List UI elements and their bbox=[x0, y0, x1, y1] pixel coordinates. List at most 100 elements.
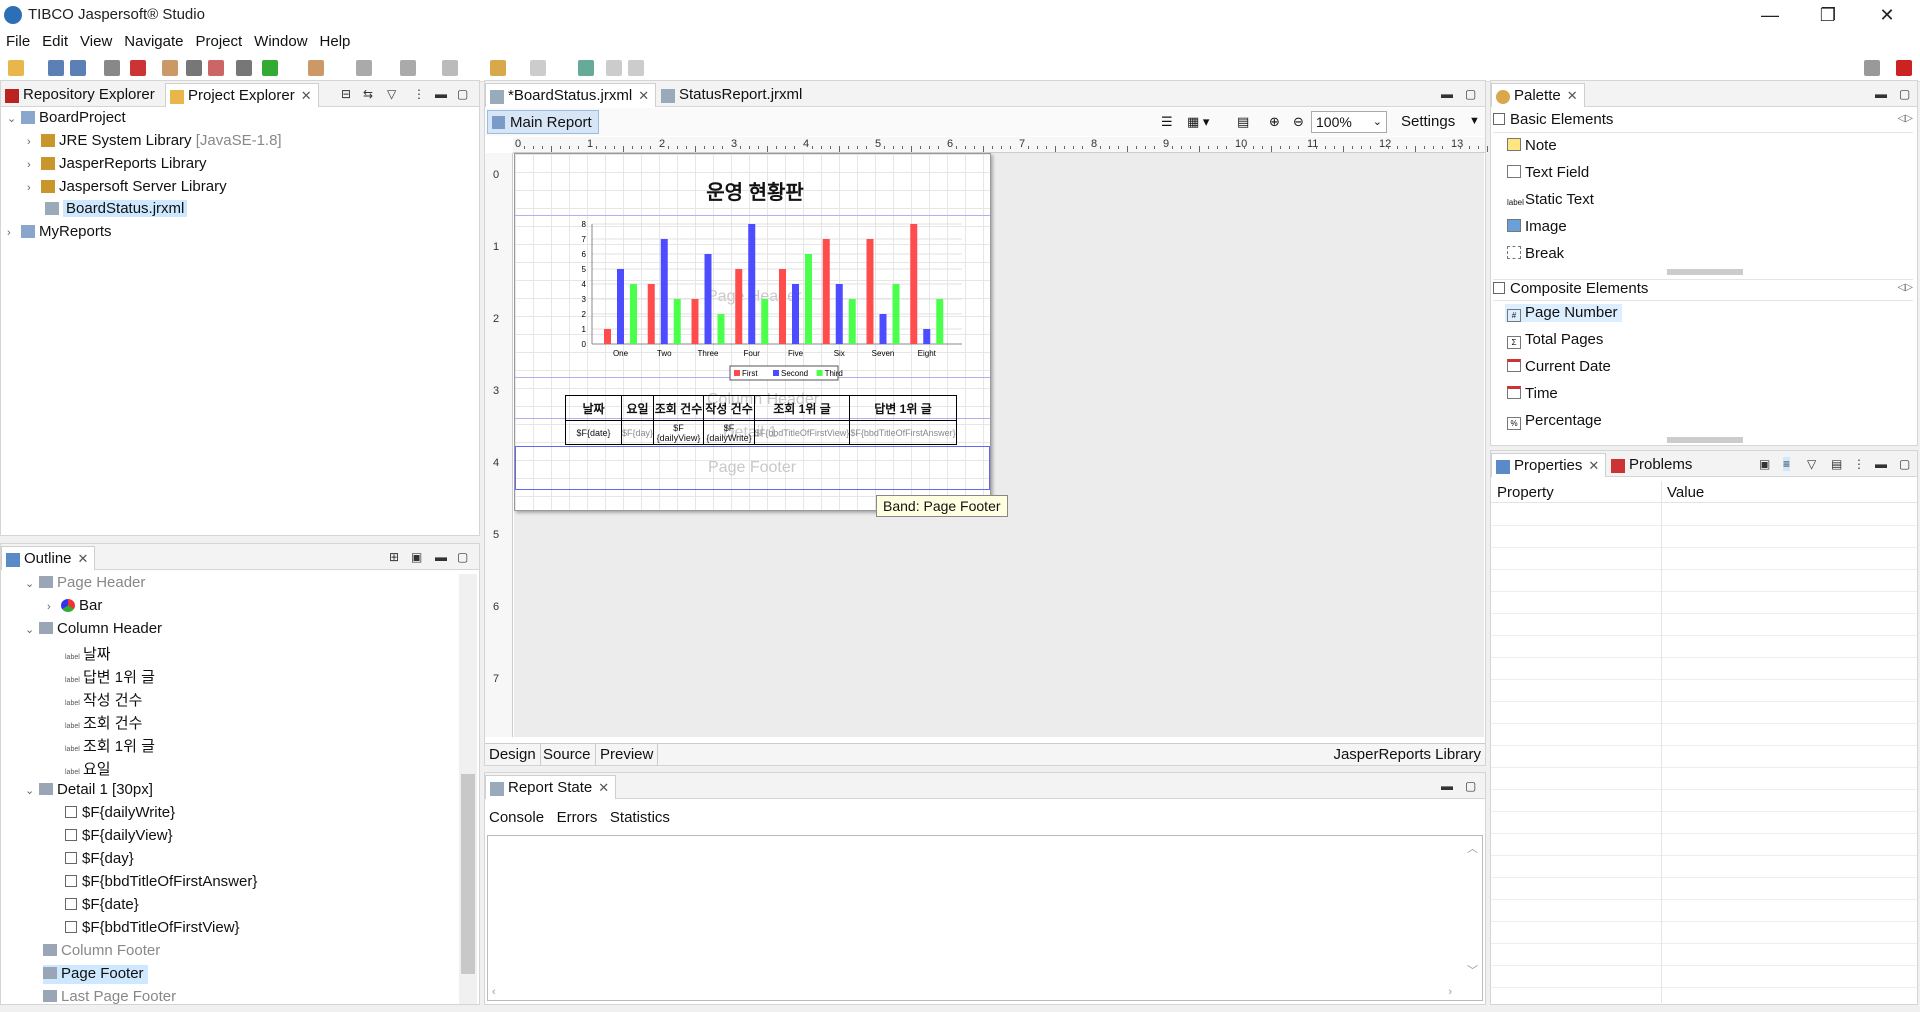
table-field-cell[interactable]: $F{bbdTitleOfFirstAnswer} bbox=[849, 420, 957, 445]
tab-properties[interactable]: Properties ✕ bbox=[1491, 453, 1607, 477]
table-header-cell[interactable]: 답변 1위 글 bbox=[849, 395, 957, 421]
console-output[interactable]: ︿ ﹀ ‹ › bbox=[487, 835, 1483, 1001]
tree-view-icon[interactable]: ⊞ bbox=[389, 550, 399, 564]
outline-field[interactable]: $F{dailyWrite} bbox=[65, 804, 175, 823]
print-icon[interactable] bbox=[104, 60, 120, 76]
tab-statistics[interactable]: Statistics bbox=[610, 809, 670, 826]
close-icon[interactable]: ✕ bbox=[1588, 458, 1599, 473]
layout-icon[interactable]: ☰ bbox=[1161, 114, 1173, 130]
categories-icon[interactable]: ≡ bbox=[1783, 457, 1791, 471]
minimize-view-icon[interactable]: ▬ bbox=[435, 87, 447, 101]
scroll-left-icon[interactable]: ‹ bbox=[492, 986, 496, 998]
zoom-in-icon[interactable]: ⊕ bbox=[1269, 114, 1280, 130]
menu-help[interactable]: Help bbox=[314, 30, 357, 50]
close-icon[interactable]: ✕ bbox=[1567, 88, 1578, 103]
edit-icon[interactable] bbox=[208, 60, 224, 76]
menu-project[interactable]: Project bbox=[189, 30, 248, 50]
outline-field[interactable]: $F{bbdTitleOfFirstAnswer} bbox=[65, 873, 257, 892]
redo-icon[interactable] bbox=[628, 60, 644, 76]
close-icon[interactable]: ✕ bbox=[638, 88, 649, 103]
palette-percentage[interactable]: % Percentage bbox=[1507, 412, 1602, 430]
deploy-icon[interactable] bbox=[186, 60, 202, 76]
maximize-view-icon[interactable]: ▢ bbox=[1465, 779, 1476, 793]
settings-button[interactable]: Settings bbox=[1401, 113, 1455, 130]
pin-icon[interactable]: ▣ bbox=[1759, 457, 1770, 471]
maximize-view-icon[interactable]: ▢ bbox=[457, 87, 468, 101]
tab-outline[interactable]: Outline ✕ bbox=[1, 546, 96, 570]
undo-icon[interactable] bbox=[606, 60, 622, 76]
view-menu-icon[interactable]: ⋮ bbox=[1853, 457, 1865, 471]
property-column-header[interactable]: Property bbox=[1497, 484, 1554, 501]
table-header-cell[interactable]: 날짜 bbox=[565, 395, 622, 421]
back-icon[interactable] bbox=[490, 60, 506, 76]
tab-preview[interactable]: Preview bbox=[596, 744, 659, 766]
last-edit-icon[interactable] bbox=[442, 60, 458, 76]
link-editor-icon[interactable]: ⇆ bbox=[363, 87, 373, 101]
tree-item-myreports[interactable]: › MyReports bbox=[7, 223, 112, 242]
minimize-view-icon[interactable]: ▬ bbox=[1875, 457, 1887, 471]
save-icon[interactable] bbox=[48, 60, 64, 76]
palette-note[interactable]: Note bbox=[1507, 137, 1557, 154]
new-icon[interactable] bbox=[8, 60, 24, 76]
compile-icon[interactable] bbox=[162, 60, 178, 76]
prev-annotation-icon[interactable] bbox=[400, 60, 416, 76]
open-perspective-icon[interactable] bbox=[578, 60, 594, 76]
palette-time[interactable]: Time bbox=[1507, 385, 1558, 402]
jaspersoft-perspective-icon[interactable] bbox=[1896, 60, 1912, 76]
tree-item-jasperreports-library[interactable]: › JasperReports Library bbox=[27, 155, 207, 174]
tab-statusreport[interactable]: StatusReport.jrxml bbox=[657, 83, 808, 107]
palette-composite-drawer[interactable]: Composite Elements ◁▷ bbox=[1493, 279, 1913, 301]
tree-item-boardstatus[interactable]: BoardStatus.jrxml bbox=[41, 200, 188, 219]
grid-options-icon[interactable]: ▦ ▾ bbox=[1187, 114, 1209, 130]
table-header-cell[interactable]: 조회 건수 bbox=[653, 395, 704, 421]
maximize-button[interactable]: ❐ bbox=[1803, 2, 1853, 28]
menu-window[interactable]: Window bbox=[248, 30, 313, 50]
debug-icon[interactable] bbox=[130, 60, 146, 76]
palette-image[interactable]: Image bbox=[1507, 218, 1567, 235]
table-field-cell[interactable]: $F{bbdTitleOfFirstView} bbox=[754, 420, 850, 445]
outline-field[interactable]: $F{date} bbox=[65, 896, 139, 915]
minimize-view-icon[interactable]: ▬ bbox=[1441, 779, 1453, 793]
palette-current-date[interactable]: Current Date bbox=[1507, 358, 1611, 375]
tab-repository-explorer[interactable]: Repository Explorer bbox=[1, 83, 161, 107]
close-icon[interactable]: ✕ bbox=[301, 88, 312, 103]
tool-icon[interactable] bbox=[308, 60, 324, 76]
scroll-up-icon[interactable]: ︿ bbox=[1467, 840, 1478, 856]
filter-icon[interactable]: ▽ bbox=[387, 87, 396, 101]
report-title[interactable]: 운영 현황판 bbox=[665, 176, 845, 205]
palette-text-field[interactable]: Text Field bbox=[1507, 164, 1589, 181]
outline-label[interactable]: label 답변 1위 글 bbox=[65, 666, 155, 686]
table-field-cell[interactable]: $F{date} bbox=[565, 420, 622, 445]
scroll-right-icon[interactable]: › bbox=[1448, 986, 1452, 998]
tab-project-explorer[interactable]: Project Explorer ✕ bbox=[165, 83, 319, 107]
minimize-view-icon[interactable]: ▬ bbox=[1875, 87, 1887, 101]
tree-item-jaspersoft-server-library[interactable]: › Jaspersoft Server Library bbox=[27, 178, 227, 197]
palette-total-pages[interactable]: Σ Total Pages bbox=[1507, 331, 1603, 349]
palette-static-text[interactable]: labelStatic Text bbox=[1507, 191, 1594, 210]
menu-edit[interactable]: Edit bbox=[36, 30, 74, 50]
close-icon[interactable]: ✕ bbox=[598, 780, 609, 795]
outline-page-footer[interactable]: Page Footer bbox=[43, 965, 148, 984]
collapse-icon[interactable]: ◁▷ bbox=[1898, 113, 1913, 124]
outline-label[interactable]: label 요일 bbox=[65, 758, 111, 778]
palette-basic-drawer[interactable]: Basic Elements ◁▷ bbox=[1493, 111, 1913, 133]
forward-icon[interactable] bbox=[530, 60, 546, 76]
palette-scroll-handle[interactable] bbox=[1667, 437, 1743, 443]
outline-field[interactable]: $F{bbdTitleOfFirstView} bbox=[65, 919, 240, 938]
table-header-cell[interactable]: 조회 1위 글 bbox=[754, 395, 850, 421]
maximize-view-icon[interactable]: ▢ bbox=[1899, 457, 1910, 471]
outline-last-page-footer[interactable]: Last Page Footer bbox=[43, 988, 176, 1004]
publish-icon[interactable] bbox=[236, 60, 252, 76]
menu-view[interactable]: View bbox=[74, 30, 118, 50]
maximize-view-icon[interactable]: ▢ bbox=[1465, 87, 1476, 101]
close-button[interactable]: ✕ bbox=[1862, 2, 1912, 28]
report-canvas[interactable]: Page Header Column Header Detail 1 Page … bbox=[514, 153, 1484, 737]
close-icon[interactable]: ✕ bbox=[78, 551, 89, 566]
menu-file[interactable]: File bbox=[0, 30, 36, 50]
palette-page-number[interactable]: # Page Number bbox=[1505, 304, 1622, 322]
outline-column-footer[interactable]: Column Footer bbox=[43, 942, 160, 961]
table-field-cell[interactable]: $F{day} bbox=[621, 420, 654, 445]
defaults-icon[interactable]: ▤ bbox=[1831, 457, 1842, 471]
tab-console[interactable]: Console bbox=[489, 809, 544, 826]
tab-problems[interactable]: Problems bbox=[1607, 453, 1698, 477]
